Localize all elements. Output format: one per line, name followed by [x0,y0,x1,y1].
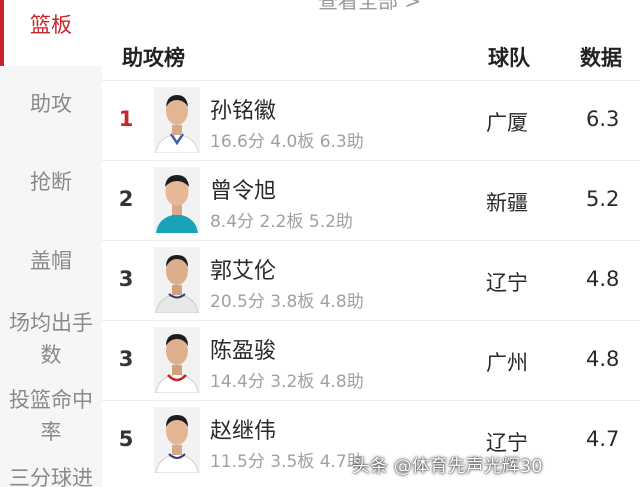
rank: 5 [118,427,134,451]
player-name: 赵继伟 [210,419,277,444]
sidebar-item-steals[interactable]: 抢断 [0,166,102,198]
player-stats: 8.4分 2.2板 5.2助 [210,212,353,232]
player-avatar [154,407,200,473]
team-name: 广厦 [486,111,528,135]
sidebar-item-shot-attempts[interactable]: 场均出手数 [0,307,102,371]
sidebar-item-label: 盖帽 [30,249,72,273]
category-sidebar: 篮板 助攻 抢断 盖帽 场均出手数 投篮命中率 三分球进 [0,0,102,487]
sidebar-item-threes-made[interactable]: 三分球进 [0,462,102,487]
sidebar-item-rebounds[interactable]: 篮板 [0,0,102,66]
player-name: 孙铭徽 [210,99,277,124]
stat-value: 4.7 [586,427,620,451]
stat-value: 6.3 [586,107,620,131]
stat-value: 4.8 [586,267,620,291]
data-column-header: 数据 [580,46,622,70]
team-name: 广州 [486,351,528,375]
leaderboard-row[interactable]: 3 郭艾伦 20.5分 3.8板 4.8助 辽宁 4.8 [102,240,640,320]
player-stats: 20.5分 3.8板 4.8助 [210,292,364,312]
player-avatar [154,327,200,393]
rank: 3 [118,347,134,371]
sidebar-item-assists[interactable]: 助攻 [0,88,102,120]
stat-value: 4.8 [586,347,620,371]
sidebar-item-label: 场均出手数 [9,311,93,367]
sidebar-item-label: 抢断 [30,170,72,194]
sidebar-item-label: 助攻 [30,92,72,116]
leaderboard-row[interactable]: 1 孙铭徽 16.6分 4.0板 6.3助 广厦 6.3 [102,80,640,160]
player-avatar [154,87,200,153]
team-name: 新疆 [486,191,528,215]
player-name: 郭艾伦 [210,259,277,284]
stat-value: 5.2 [586,187,620,211]
active-indicator [0,0,4,66]
leaderboard-row[interactable]: 2 曾令旭 8.4分 2.2板 5.2助 新疆 5.2 [102,160,640,240]
player-avatar [154,247,200,313]
team-name: 辽宁 [486,271,528,295]
view-all-link[interactable]: 查看全部 > [318,0,421,14]
sidebar-item-label: 三分球进 [9,466,93,487]
player-name: 陈盈骏 [210,339,277,364]
player-name: 曾令旭 [210,179,277,204]
sidebar-item-label: 投篮命中率 [9,388,93,444]
rank: 3 [118,267,134,291]
player-stats: 11.5分 3.5板 4.7助 [210,452,364,472]
player-stats: 14.4分 3.2板 4.8助 [210,372,364,392]
rank: 2 [118,187,134,211]
sidebar-item-label: 篮板 [30,13,72,37]
player-stats: 16.6分 4.0板 6.3助 [210,132,364,152]
watermark: 头条 @体育先声光辉30 [352,456,543,477]
sidebar-item-blocks[interactable]: 盖帽 [0,245,102,277]
sidebar-item-fg-percentage[interactable]: 投篮命中率 [0,384,102,448]
rank: 1 [118,107,134,131]
leaderboard-panel: 查看全部 > 助攻榜 球队 数据 1 孙铭徽 16.6分 4.0板 6.3助 广… [102,0,640,487]
team-column-header: 球队 [488,46,530,70]
leaderboard-row[interactable]: 3 陈盈骏 14.4分 3.2板 4.8助 广州 4.8 [102,320,640,400]
leaderboard-header: 助攻榜 球队 数据 [102,38,640,78]
leaderboard-title: 助攻榜 [122,46,185,70]
player-avatar [154,167,200,233]
